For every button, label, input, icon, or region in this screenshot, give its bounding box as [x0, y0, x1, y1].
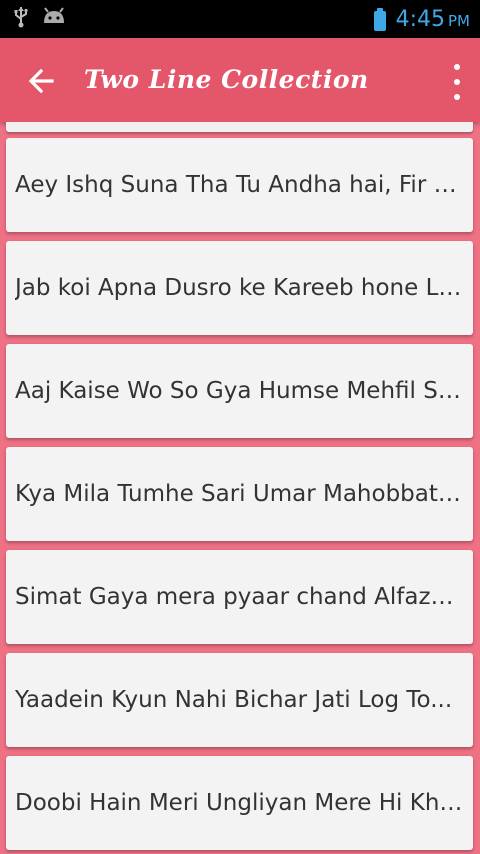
android-debug-icon [42, 7, 66, 31]
overflow-menu-button[interactable] [450, 64, 464, 100]
list-item[interactable]: Yaadein Kyun Nahi Bichar Jati Log To... [6, 653, 473, 747]
list-item-text: Simat Gaya mera pyaar chand Alfazon Mein… [15, 584, 465, 610]
list-item[interactable]: Aey Ishq Suna Tha Tu Andha hai, Fir Kais… [6, 138, 473, 232]
usb-icon [14, 6, 28, 32]
list-item-partial[interactable] [6, 122, 473, 132]
status-system-area: 4:45 PM [373, 2, 470, 39]
more-vert-icon-dot [454, 64, 460, 70]
back-button[interactable] [22, 62, 62, 100]
collection-list[interactable]: Aey Ishq Suna Tha Tu Andha hai, Fir Kais… [0, 122, 480, 854]
list-item-text: Doobi Hain Meri Ungliyan Mere Hi Khoon..… [15, 790, 465, 816]
app-bar: Two Line Collection [0, 38, 480, 122]
list-item[interactable]: Simat Gaya mera pyaar chand Alfazon Mein… [6, 550, 473, 644]
more-vert-icon-dot [454, 79, 460, 85]
status-bar: 4:45 PM [0, 0, 480, 38]
list-item-text: Yaadein Kyun Nahi Bichar Jati Log To... [15, 687, 453, 713]
battery-icon [373, 7, 386, 31]
list-item-text: Jab koi Apna Dusro ke Kareeb hone Lage..… [15, 275, 465, 301]
page-title: Two Line Collection [84, 65, 369, 94]
arrow-back-icon [28, 68, 54, 94]
status-clock: 4:45 PM [396, 2, 470, 39]
list-item-text: Aey Ishq Suna Tha Tu Andha hai, Fir Kais… [15, 172, 465, 198]
list-item[interactable]: Doobi Hain Meri Ungliyan Mere Hi Khoon..… [6, 756, 473, 850]
list-item[interactable]: Aaj Kaise Wo So Gya Humse Mehfil Se... [6, 344, 473, 438]
list-item-text: Aaj Kaise Wo So Gya Humse Mehfil Se... [15, 378, 465, 404]
list-item-text: Kya Mila Tumhe Sari Umar Mahobbat Karke.… [15, 481, 465, 507]
clock-ampm: PM [448, 12, 470, 30]
more-vert-icon-dot [454, 94, 460, 100]
list-item[interactable]: Kya Mila Tumhe Sari Umar Mahobbat Karke.… [6, 447, 473, 541]
list-item[interactable]: Jab koi Apna Dusro ke Kareeb hone Lage..… [6, 241, 473, 335]
clock-time: 4:45 [395, 7, 445, 32]
status-notification-icons [14, 6, 66, 32]
